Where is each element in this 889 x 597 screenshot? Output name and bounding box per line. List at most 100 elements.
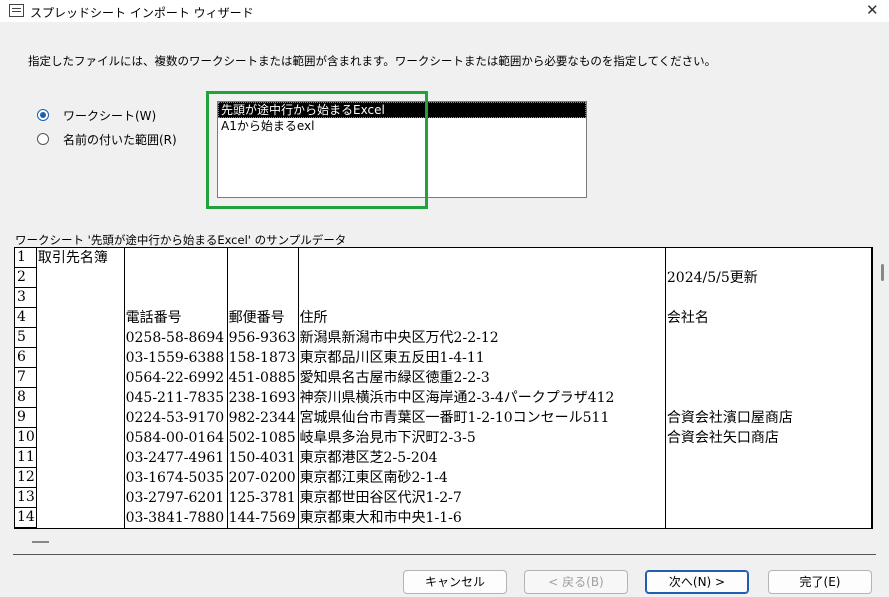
table-cell: 新潟県新潟市中央区万代2-2-12 bbox=[298, 327, 666, 348]
table-cell: 住所 bbox=[298, 307, 666, 328]
grid-horizontal-scroll-thumb[interactable] bbox=[32, 541, 49, 543]
table-cell bbox=[36, 407, 125, 428]
close-icon[interactable]: ✕ bbox=[866, 1, 879, 19]
table-cell: 東京都品川区東五反田1-4-11 bbox=[298, 347, 666, 368]
finish-button[interactable]: 完了(E) bbox=[768, 570, 872, 594]
row-number-cell: 12 bbox=[15, 467, 37, 488]
wizard-window-icon bbox=[9, 4, 24, 17]
table-cell bbox=[36, 307, 125, 328]
table-cell: 東京都港区芝2-5-204 bbox=[298, 447, 666, 468]
table-cell bbox=[227, 248, 299, 268]
table-cell: 03-1674-5035 bbox=[124, 467, 228, 488]
row-number-cell: 15 bbox=[15, 527, 37, 528]
table-cell bbox=[298, 267, 666, 288]
table-cell: 0224-53-9170 bbox=[124, 407, 228, 428]
table-cell: 238-1693 bbox=[227, 387, 299, 408]
table-cell: 電話番号 bbox=[124, 307, 228, 328]
table-cell: 03-3841-7880 bbox=[124, 507, 228, 528]
table-cell: 取引先名簿 bbox=[36, 248, 125, 268]
table-cell: 982-2344 bbox=[227, 407, 299, 428]
instruction-text: 指定したファイルには、複数のワークシートまたは範囲が含まれます。ワークシートまた… bbox=[28, 54, 717, 68]
table-cell: 会社名 bbox=[665, 307, 872, 328]
worksheet-radio-option[interactable]: ワークシート(W) bbox=[37, 106, 156, 124]
table-cell: 宮城県仙台市青葉区一番町1-2-10コンセール511 bbox=[298, 407, 666, 428]
table-cell bbox=[36, 287, 125, 308]
table-row: 5 0258-58-8694 956-9363 新潟県新潟市中央区万代2-2-12 bbox=[15, 327, 872, 348]
table-row: 9 0224-53-9170 982-2344 宮城県仙台市青葉区一番町1-2-10コ… bbox=[15, 407, 872, 428]
table-cell bbox=[36, 467, 125, 488]
table-cell bbox=[665, 287, 872, 308]
table-cell: 144-7569 bbox=[227, 507, 299, 528]
table-row: 7 0564-22-6992 451-0885 愛知県名古屋市緑区徳重2-2-3 bbox=[15, 367, 872, 388]
table-cell: 岐阜県多治見市下沢町2-3-5 bbox=[298, 427, 666, 448]
worksheet-list-item[interactable]: A1から始まるexl bbox=[218, 118, 586, 134]
table-cell: 03-1559-6388 bbox=[124, 347, 228, 368]
table-cell bbox=[227, 287, 299, 308]
table-cell: 神奈川県横浜市中区海岸通2-3-4パークプラザ412 bbox=[298, 387, 666, 408]
table-cell: 207-0200 bbox=[227, 467, 299, 488]
table-cell: 東京都江東区南砂2-1-4 bbox=[298, 467, 666, 488]
table-cell bbox=[36, 267, 125, 288]
named-range-radio-label: 名前の付いた範囲(R) bbox=[63, 132, 177, 147]
table-cell: 0258-58-8694 bbox=[124, 327, 228, 348]
table-cell bbox=[36, 387, 125, 408]
table-cell: 150-4031 bbox=[227, 447, 299, 468]
title-bar: スプレッドシート インポート ウィザード ✕ bbox=[0, 0, 889, 22]
row-number-cell: 9 bbox=[15, 407, 37, 428]
table-cell bbox=[665, 347, 872, 368]
named-range-radio-option[interactable]: 名前の付いた範囲(R) bbox=[37, 130, 177, 148]
worksheet-radio[interactable] bbox=[37, 109, 49, 121]
table-cell: 郵便番号 bbox=[227, 307, 299, 328]
table-cell bbox=[36, 367, 125, 388]
table-cell: 045-348-8236 bbox=[124, 527, 228, 528]
table-cell: 256-3819 bbox=[227, 527, 299, 528]
table-cell bbox=[665, 467, 872, 488]
table-cell: 03-2797-6201 bbox=[124, 487, 228, 508]
row-number-cell: 6 bbox=[15, 347, 37, 368]
table-cell: 合資会社矢口商店 bbox=[665, 427, 872, 448]
table-cell: 合資会社濱口屋商店 bbox=[665, 407, 872, 428]
table-cell bbox=[665, 367, 872, 388]
table-cell bbox=[36, 347, 125, 368]
table-row: 12 03-1674-5035 207-0200 東京都江東区南砂2-1-4 bbox=[15, 467, 872, 488]
table-cell bbox=[665, 327, 872, 348]
table-row: 3 bbox=[15, 287, 872, 308]
table-cell: 0584-00-0164 bbox=[124, 427, 228, 448]
table-row: 8 045-211-7835 238-1693 神奈川県横浜市中区海岸通2-3-4パー… bbox=[15, 387, 872, 408]
table-cell bbox=[36, 327, 125, 348]
table-cell bbox=[124, 248, 228, 268]
table-cell bbox=[227, 267, 299, 288]
table-cell: 045-211-7835 bbox=[124, 387, 228, 408]
table-row: 14 03-3841-7880 144-7569 東京都東大和市中央1-1-6 bbox=[15, 507, 872, 528]
table-row: 10 0584-00-0164 502-1085 岐阜県多治見市下沢町2-3-5 合資会… bbox=[15, 427, 872, 448]
footer-divider bbox=[13, 554, 876, 555]
worksheet-listbox[interactable]: 先頭が途中行から始まるExcel A1から始まるexl bbox=[217, 101, 587, 198]
worksheet-radio-label: ワークシート(W) bbox=[63, 108, 157, 123]
table-cell: 神奈川県平塚市東真土3-5-408グランドムール112 bbox=[298, 527, 666, 528]
table-cell: 0564-22-6992 bbox=[124, 367, 228, 388]
table-cell: 東京都世田谷区代沢1-2-7 bbox=[298, 487, 666, 508]
grid-vertical-scrollbar[interactable] bbox=[876, 247, 888, 529]
row-number-cell: 10 bbox=[15, 427, 37, 448]
row-number-cell: 4 bbox=[15, 307, 37, 328]
worksheet-list-item[interactable]: 先頭が途中行から始まるExcel bbox=[218, 102, 586, 118]
table-row: 15 045-348-8236256-3819神奈川県平塚市東真土3-5-408グ… bbox=[15, 527, 872, 528]
grid-vertical-scroll-thumb[interactable] bbox=[881, 264, 884, 281]
row-number-cell: 5 bbox=[15, 327, 37, 348]
row-number-cell: 7 bbox=[15, 367, 37, 388]
named-range-radio[interactable] bbox=[37, 133, 49, 145]
table-row: 1 取引先名簿 bbox=[15, 248, 872, 268]
back-button[interactable]: < 戻る(B) bbox=[524, 570, 628, 594]
row-number-cell: 1 bbox=[15, 248, 37, 268]
table-row: 13 03-2797-6201 125-3781 東京都世田谷区代沢1-2-7 bbox=[15, 487, 872, 508]
table-cell bbox=[298, 287, 666, 308]
table-cell bbox=[36, 427, 125, 448]
cancel-button[interactable]: キャンセル bbox=[403, 570, 507, 594]
table-cell: 158-1873 bbox=[227, 347, 299, 368]
table-cell: 125-3781 bbox=[227, 487, 299, 508]
next-button[interactable]: 次へ(N) > bbox=[645, 570, 749, 594]
table-cell: 合同会社ＨＯＮＡＲＡ bbox=[665, 527, 872, 528]
sample-data-grid[interactable]: 1 取引先名簿 2 2024/5/5更新 3 4 電話番号 郵便番号 住所 会社名 5 0258-58… bbox=[14, 247, 873, 529]
window-title: スプレッドシート インポート ウィザード bbox=[30, 6, 254, 20]
table-row: 4 電話番号 郵便番号 住所 会社名 bbox=[15, 307, 872, 328]
